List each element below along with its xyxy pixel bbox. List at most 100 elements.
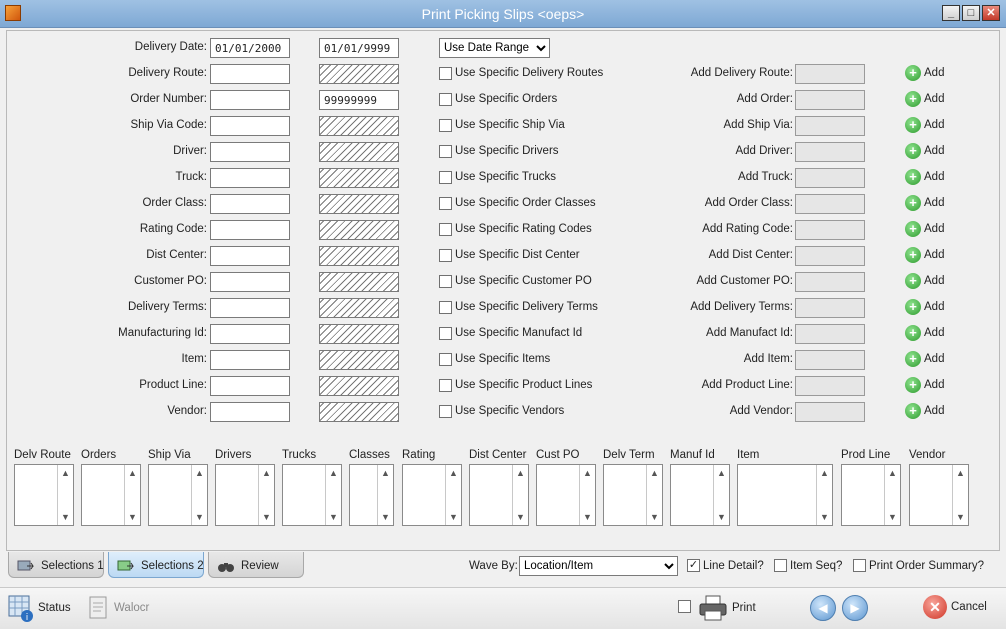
range-to-input[interactable] bbox=[319, 194, 399, 214]
add-input[interactable] bbox=[795, 376, 865, 396]
use-specific-checkbox[interactable] bbox=[439, 67, 452, 80]
add-input[interactable] bbox=[795, 350, 865, 370]
scrollbar[interactable]: ▲ ▼ bbox=[884, 465, 900, 525]
add-input[interactable] bbox=[795, 168, 865, 188]
scroll-down-icon[interactable]: ▼ bbox=[714, 509, 729, 525]
range-to-input[interactable] bbox=[319, 376, 399, 396]
add-input[interactable] bbox=[795, 116, 865, 136]
back-button[interactable]: ◀ bbox=[810, 595, 836, 621]
range-from-input[interactable] bbox=[210, 168, 290, 188]
use-specific-checkbox[interactable] bbox=[439, 171, 452, 184]
add-input[interactable] bbox=[795, 142, 865, 162]
scroll-down-icon[interactable]: ▼ bbox=[125, 509, 140, 525]
range-from-input[interactable] bbox=[210, 194, 290, 214]
print-order-summary-checkbox[interactable] bbox=[853, 559, 866, 572]
scroll-down-icon[interactable]: ▼ bbox=[326, 509, 341, 525]
add-input[interactable] bbox=[795, 90, 865, 110]
add-input[interactable] bbox=[795, 298, 865, 318]
selection-listbox[interactable]: ▲ ▼ bbox=[148, 464, 208, 526]
print-button[interactable]: Print bbox=[698, 594, 756, 622]
scrollbar[interactable]: ▲ ▼ bbox=[816, 465, 832, 525]
add-button[interactable]: + Add bbox=[905, 299, 944, 317]
use-specific-checkbox[interactable] bbox=[439, 119, 452, 132]
tab-selections-2[interactable]: Selections 2 bbox=[108, 552, 204, 578]
range-to-input[interactable] bbox=[319, 402, 399, 422]
scroll-down-icon[interactable]: ▼ bbox=[647, 509, 662, 525]
selection-listbox[interactable]: ▲ ▼ bbox=[402, 464, 462, 526]
wave-by-select[interactable]: Location/Item bbox=[519, 556, 678, 576]
range-to-input[interactable] bbox=[319, 168, 399, 188]
scroll-up-icon[interactable]: ▲ bbox=[326, 465, 341, 481]
tab-selections-1[interactable]: Selections 1 bbox=[8, 552, 104, 578]
range-from-input[interactable] bbox=[210, 402, 290, 422]
range-to-input[interactable] bbox=[319, 64, 399, 84]
scroll-up-icon[interactable]: ▲ bbox=[580, 465, 595, 481]
range-from-input[interactable] bbox=[210, 246, 290, 266]
scrollbar[interactable]: ▲ ▼ bbox=[191, 465, 207, 525]
scrollbar[interactable]: ▲ ▼ bbox=[258, 465, 274, 525]
forward-button[interactable]: ▶ bbox=[842, 595, 868, 621]
use-specific-checkbox[interactable] bbox=[439, 301, 452, 314]
selection-listbox[interactable]: ▲ ▼ bbox=[469, 464, 529, 526]
add-input[interactable] bbox=[795, 272, 865, 292]
scroll-up-icon[interactable]: ▲ bbox=[378, 465, 393, 481]
scrollbar[interactable]: ▲ ▼ bbox=[713, 465, 729, 525]
print-checkbox[interactable] bbox=[678, 600, 691, 613]
use-specific-checkbox[interactable] bbox=[439, 197, 452, 210]
date-mode-select[interactable]: Use Date Range bbox=[439, 38, 550, 58]
scroll-down-icon[interactable]: ▼ bbox=[513, 509, 528, 525]
add-input[interactable] bbox=[795, 246, 865, 266]
range-from-input[interactable] bbox=[210, 298, 290, 318]
range-to-input[interactable]: 99999999 bbox=[319, 90, 399, 110]
close-button[interactable]: ✕ bbox=[982, 5, 1000, 21]
scroll-down-icon[interactable]: ▼ bbox=[378, 509, 393, 525]
range-from-input[interactable] bbox=[210, 376, 290, 396]
add-button[interactable]: + Add bbox=[905, 143, 944, 161]
range-from-input[interactable] bbox=[210, 350, 290, 370]
range-to-input[interactable] bbox=[319, 298, 399, 318]
add-button[interactable]: + Add bbox=[905, 247, 944, 265]
scroll-down-icon[interactable]: ▼ bbox=[259, 509, 274, 525]
range-to-input[interactable] bbox=[319, 142, 399, 162]
selection-listbox[interactable]: ▲ ▼ bbox=[14, 464, 74, 526]
line-detail-checkbox[interactable]: ✓ bbox=[687, 559, 700, 572]
selection-listbox[interactable]: ▲ ▼ bbox=[603, 464, 663, 526]
add-input[interactable] bbox=[795, 402, 865, 422]
range-from-input[interactable] bbox=[210, 142, 290, 162]
use-specific-checkbox[interactable] bbox=[439, 93, 452, 106]
scrollbar[interactable]: ▲ ▼ bbox=[325, 465, 341, 525]
range-to-input[interactable] bbox=[319, 324, 399, 344]
scrollbar[interactable]: ▲ ▼ bbox=[445, 465, 461, 525]
minimize-button[interactable]: _ bbox=[942, 5, 960, 21]
add-button[interactable]: + Add bbox=[905, 169, 944, 187]
walocr-button[interactable]: Walocr bbox=[88, 594, 149, 622]
range-to-input[interactable] bbox=[319, 272, 399, 292]
use-specific-checkbox[interactable] bbox=[439, 249, 452, 262]
use-specific-checkbox[interactable] bbox=[439, 405, 452, 418]
cancel-button[interactable]: ✕ Cancel bbox=[923, 595, 987, 623]
scroll-up-icon[interactable]: ▲ bbox=[817, 465, 832, 481]
scroll-up-icon[interactable]: ▲ bbox=[953, 465, 968, 481]
selection-listbox[interactable]: ▲ ▼ bbox=[282, 464, 342, 526]
use-specific-checkbox[interactable] bbox=[439, 145, 452, 158]
scrollbar[interactable]: ▲ ▼ bbox=[512, 465, 528, 525]
add-button[interactable]: + Add bbox=[905, 221, 944, 239]
add-button[interactable]: + Add bbox=[905, 403, 944, 421]
scroll-up-icon[interactable]: ▲ bbox=[647, 465, 662, 481]
item-seq-checkbox[interactable] bbox=[774, 559, 787, 572]
scroll-up-icon[interactable]: ▲ bbox=[446, 465, 461, 481]
scroll-down-icon[interactable]: ▼ bbox=[58, 509, 73, 525]
scroll-up-icon[interactable]: ▲ bbox=[513, 465, 528, 481]
scrollbar[interactable]: ▲ ▼ bbox=[57, 465, 73, 525]
range-from-input[interactable] bbox=[210, 272, 290, 292]
selection-listbox[interactable]: ▲ ▼ bbox=[737, 464, 833, 526]
maximize-button[interactable]: □ bbox=[962, 5, 980, 21]
scroll-up-icon[interactable]: ▲ bbox=[192, 465, 207, 481]
scrollbar[interactable]: ▲ ▼ bbox=[646, 465, 662, 525]
scroll-down-icon[interactable]: ▼ bbox=[953, 509, 968, 525]
use-specific-checkbox[interactable] bbox=[439, 353, 452, 366]
add-input[interactable] bbox=[795, 64, 865, 84]
add-input[interactable] bbox=[795, 220, 865, 240]
range-from-input[interactable] bbox=[210, 116, 290, 136]
add-button[interactable]: + Add bbox=[905, 325, 944, 343]
